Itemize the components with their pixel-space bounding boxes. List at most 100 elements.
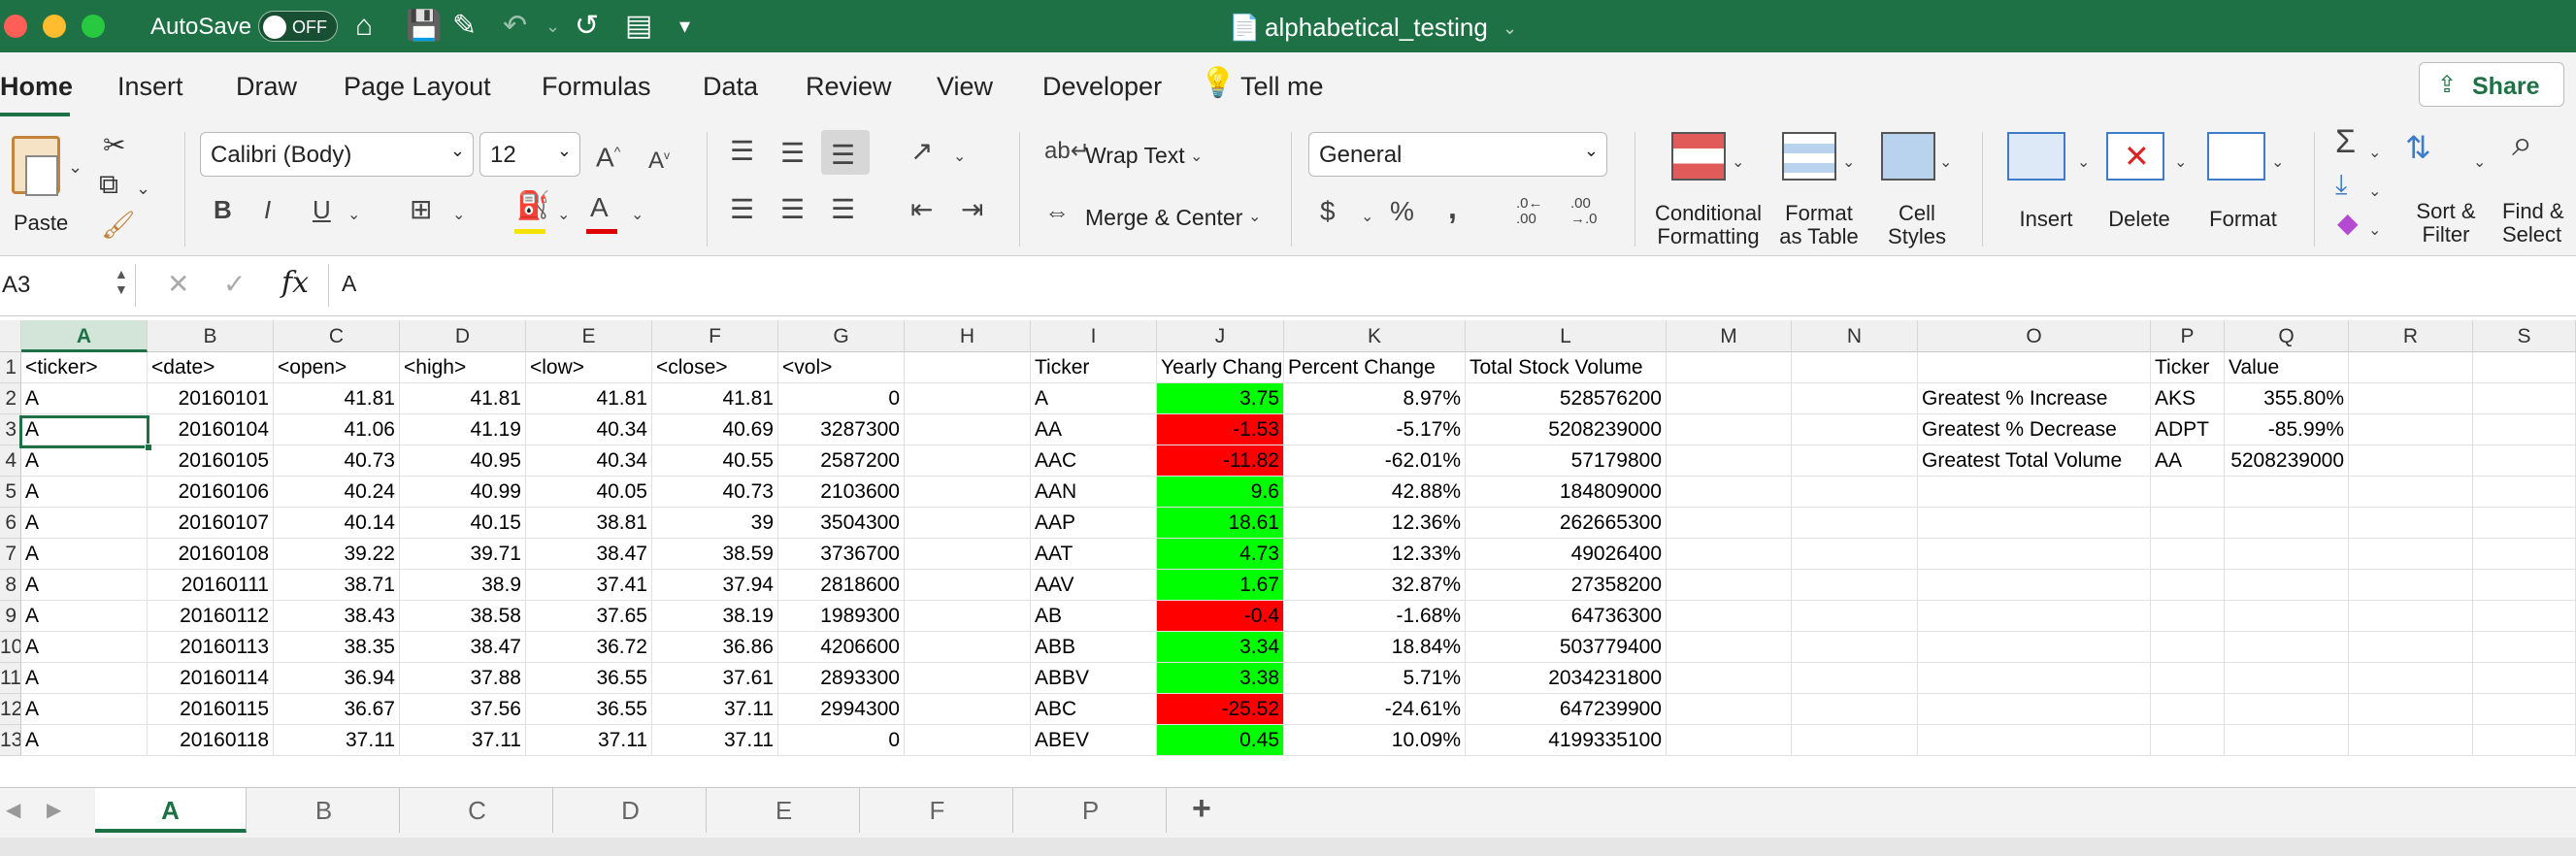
cell-g9[interactable]: 1989300 <box>778 601 905 632</box>
name-box-stepper-icon[interactable]: ▲ ▼ <box>115 266 128 297</box>
cell-s1[interactable] <box>2473 352 2576 383</box>
cell-c7[interactable]: 39.22 <box>274 539 400 570</box>
cell-b9[interactable]: 20160112 <box>148 601 274 632</box>
cell-f1[interactable]: <close> <box>652 352 778 383</box>
cell-q10[interactable] <box>2225 632 2349 663</box>
conditional-formatting-button[interactable]: Conditional Formatting <box>1646 130 1770 250</box>
row-header[interactable]: 12 <box>0 694 21 725</box>
currency-dropdown-icon[interactable]: ⌄ <box>1361 202 1373 233</box>
cell-c10[interactable]: 38.35 <box>274 632 400 663</box>
font-color-icon[interactable]: A <box>590 192 609 223</box>
cell-p13[interactable] <box>2151 725 2225 756</box>
cell-i13[interactable]: ABEV <box>1031 725 1157 756</box>
cell-l10[interactable]: 503779400 <box>1466 632 1667 663</box>
cell-f5[interactable]: 40.73 <box>652 477 778 508</box>
scroll-left-icon[interactable]: ◀ <box>6 798 20 822</box>
cell-q6[interactable] <box>2225 508 2349 539</box>
cell-p9[interactable] <box>2151 601 2225 632</box>
cell-b5[interactable]: 20160106 <box>148 477 274 508</box>
column-header-e[interactable]: E <box>526 320 652 352</box>
tab-developer[interactable]: Developer <box>1042 72 1162 102</box>
form-icon[interactable]: ▤ <box>625 10 652 43</box>
sheet-tab-p[interactable]: P <box>1015 788 1167 833</box>
cell-h1[interactable] <box>905 352 1031 383</box>
row-header[interactable]: 9 <box>0 601 21 632</box>
cell-r12[interactable] <box>2349 694 2473 725</box>
tell-me-search[interactable]: Tell me <box>1240 72 1324 102</box>
cell-c6[interactable]: 40.14 <box>274 508 400 539</box>
cell-k3[interactable]: -5.17% <box>1284 414 1466 445</box>
row-header[interactable]: 11 <box>0 663 21 694</box>
cell-g10[interactable]: 4206600 <box>778 632 905 663</box>
cell-n9[interactable] <box>1792 601 1918 632</box>
tab-formulas[interactable]: Formulas <box>542 72 651 102</box>
align-left-icon[interactable]: ☰ <box>730 194 754 225</box>
cell-a5[interactable]: A <box>21 477 148 508</box>
cell-o8[interactable] <box>1918 570 2151 601</box>
row-header[interactable]: 3 <box>0 414 21 445</box>
fill-color-icon[interactable]: ⛽ <box>516 190 550 221</box>
cell-d10[interactable]: 38.47 <box>400 632 526 663</box>
cell-q1[interactable]: Value <box>2225 352 2349 383</box>
cell-e13[interactable]: 37.11 <box>526 725 652 756</box>
cell-e5[interactable]: 40.05 <box>526 477 652 508</box>
cell-n3[interactable] <box>1792 414 1918 445</box>
cell-a6[interactable]: A <box>21 508 148 539</box>
cell-c9[interactable]: 38.43 <box>274 601 400 632</box>
copy-dropdown-icon[interactable]: ⌄ <box>136 173 150 204</box>
cell-g5[interactable]: 2103600 <box>778 477 905 508</box>
cell-q3[interactable]: -85.99% <box>2225 414 2349 445</box>
cell-l8[interactable]: 27358200 <box>1466 570 1667 601</box>
cell-a11[interactable]: A <box>21 663 148 694</box>
scroll-right-icon[interactable]: ▶ <box>47 798 61 822</box>
tab-review[interactable]: Review <box>806 72 892 102</box>
align-top-icon[interactable]: ☰ <box>730 136 754 167</box>
cell-f2[interactable]: 41.81 <box>652 383 778 414</box>
column-header-a[interactable]: A <box>21 320 148 352</box>
cell-g13[interactable]: 0 <box>778 725 905 756</box>
cell-d4[interactable]: 40.95 <box>400 445 526 477</box>
cell-h10[interactable] <box>905 632 1031 663</box>
cell-h11[interactable] <box>905 663 1031 694</box>
format-table-dropdown-icon[interactable]: ⌄ <box>1842 148 1855 179</box>
cell-s7[interactable] <box>2473 539 2576 570</box>
paste-dropdown-icon[interactable]: ⌄ <box>68 151 83 182</box>
cell-j5[interactable]: 9.6 <box>1157 477 1284 508</box>
cell-d7[interactable]: 39.71 <box>400 539 526 570</box>
cell-j2[interactable]: 3.75 <box>1157 383 1284 414</box>
cell-a1[interactable]: <ticker> <box>21 352 148 383</box>
cell-m12[interactable] <box>1667 694 1792 725</box>
cell-o13[interactable] <box>1918 725 2151 756</box>
save-icon[interactable]: 💾 <box>406 10 442 43</box>
fill-handle[interactable] <box>145 444 152 451</box>
find-select-button[interactable]: Find & Select <box>2502 200 2576 247</box>
cell-g8[interactable]: 2818600 <box>778 570 905 601</box>
sheet-tab-f[interactable]: F <box>862 788 1013 833</box>
cell-i5[interactable]: AAN <box>1031 477 1157 508</box>
cell-h6[interactable] <box>905 508 1031 539</box>
cell-l11[interactable]: 2034231800 <box>1466 663 1667 694</box>
cell-b8[interactable]: 20160111 <box>148 570 274 601</box>
decrease-decimal-button[interactable]: .00 →.0 <box>1570 196 1598 227</box>
column-header-q[interactable]: Q <box>2225 320 2349 352</box>
cell-g2[interactable]: 0 <box>778 383 905 414</box>
minimize-window-button[interactable] <box>43 15 66 38</box>
format-painter-icon[interactable]: 🖌 <box>101 210 136 241</box>
column-header-g[interactable]: G <box>778 320 905 352</box>
cell-r13[interactable] <box>2349 725 2473 756</box>
edit-icon[interactable]: ✎ <box>452 10 477 43</box>
cell-o6[interactable] <box>1918 508 2151 539</box>
cell-n5[interactable] <box>1792 477 1918 508</box>
cell-g11[interactable]: 2893300 <box>778 663 905 694</box>
row-header[interactable]: 2 <box>0 383 21 414</box>
cell-k6[interactable]: 12.36% <box>1284 508 1466 539</box>
copy-icon[interactable]: ⧉ <box>99 169 118 200</box>
row-header[interactable]: 1 <box>0 352 21 383</box>
cell-l9[interactable]: 64736300 <box>1466 601 1667 632</box>
cell-e8[interactable]: 37.41 <box>526 570 652 601</box>
align-middle-icon[interactable]: ☰ <box>780 138 805 169</box>
cell-a10[interactable]: A <box>21 632 148 663</box>
maximize-window-button[interactable] <box>82 15 105 38</box>
cell-c8[interactable]: 38.71 <box>274 570 400 601</box>
cell-j10[interactable]: 3.34 <box>1157 632 1284 663</box>
